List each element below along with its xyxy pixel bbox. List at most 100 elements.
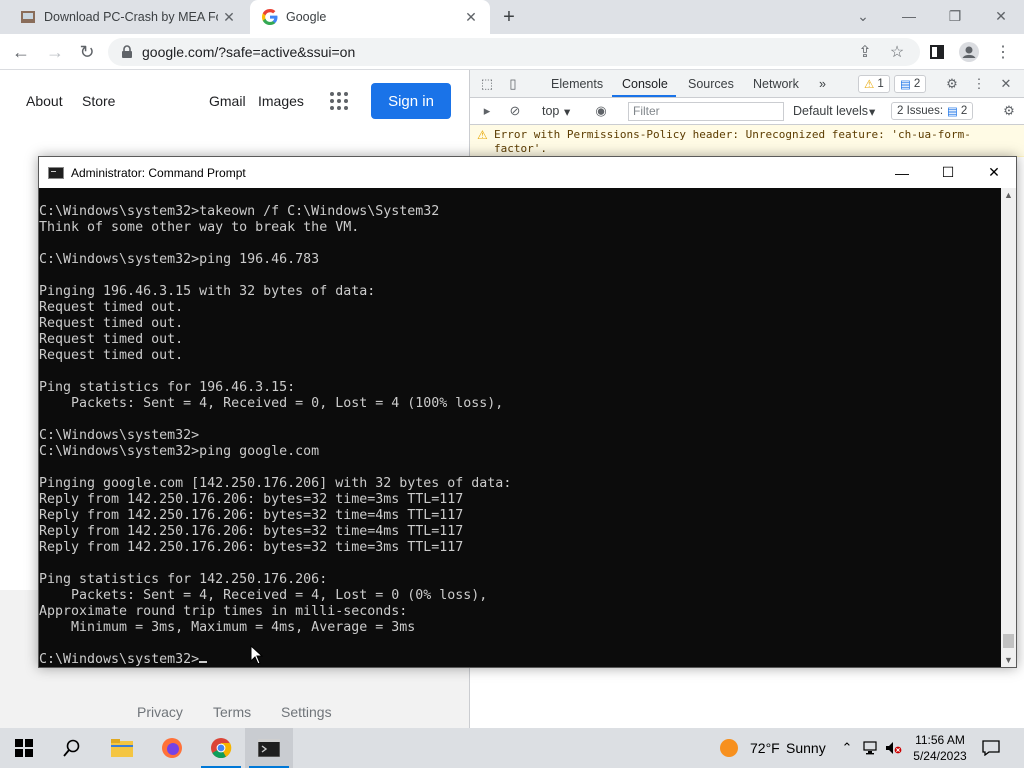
inspect-element-icon[interactable]: ⬚ bbox=[478, 75, 496, 93]
console-line-text: Think of some other way to break the VM. bbox=[39, 220, 360, 235]
profile-avatar-icon[interactable] bbox=[956, 39, 982, 65]
notifications-icon[interactable] bbox=[981, 738, 1001, 758]
live-expression-eye-icon[interactable]: ◉ bbox=[592, 102, 610, 120]
command-prompt-taskbar-icon[interactable] bbox=[245, 728, 293, 768]
clock-time: 11:56 AM bbox=[915, 733, 965, 747]
console-settings-gear-icon[interactable]: ⚙ bbox=[1000, 102, 1018, 120]
sidebar-toggle-icon[interactable]: ▸ bbox=[478, 102, 496, 120]
store-link[interactable]: Store bbox=[82, 93, 115, 109]
tab-search-icon[interactable]: ⌄ bbox=[840, 0, 886, 32]
reload-icon[interactable]: ↻ bbox=[74, 39, 100, 65]
bookmark-star-icon[interactable]: ☆ bbox=[884, 39, 910, 65]
console-line-text: Request timed out. bbox=[39, 332, 184, 347]
google-apps-icon[interactable] bbox=[330, 92, 348, 110]
scroll-down-arrow-icon[interactable]: ▼ bbox=[1001, 653, 1016, 667]
firefox-icon[interactable] bbox=[148, 728, 196, 768]
devtools-menu-icon[interactable]: ⋮ bbox=[970, 75, 988, 93]
system-clock[interactable]: 11:56 AM 5/24/2023 bbox=[907, 732, 973, 764]
close-window-button[interactable]: ✕ bbox=[971, 157, 1017, 188]
forward-arrow-icon[interactable]: → bbox=[42, 39, 68, 65]
scroll-up-arrow-icon[interactable]: ▲ bbox=[1001, 188, 1016, 202]
warnings-badge[interactable]: ⚠ 1 bbox=[858, 75, 890, 93]
weather-description[interactable]: Sunny bbox=[786, 740, 826, 756]
tab-network[interactable]: Network bbox=[753, 77, 799, 91]
close-icon[interactable]: ✕ bbox=[460, 6, 482, 28]
minimize-button[interactable]: — bbox=[879, 157, 925, 188]
menu-kebab-icon[interactable]: ⋮ bbox=[990, 39, 1016, 65]
warning-text: Error with Permissions-Policy header: Un… bbox=[494, 128, 971, 155]
console-line-text: C:\Windows\system32> bbox=[39, 428, 200, 443]
images-link[interactable]: Images bbox=[258, 93, 304, 109]
warning-icon: ⚠ bbox=[477, 128, 488, 142]
console-line: C:\Windows\system32>ping google.com bbox=[39, 444, 1001, 460]
issues-count: 2 bbox=[960, 105, 968, 117]
vertical-scrollbar[interactable]: ▲ ▼ bbox=[1001, 188, 1016, 667]
messages-badge[interactable]: ▤ 2 bbox=[894, 75, 927, 93]
browser-toolbar: ← → ↻ google.com/?safe=active&ssui=on ⇪ … bbox=[0, 34, 1024, 70]
close-icon[interactable]: ✕ bbox=[218, 6, 240, 28]
chevron-down-icon: ▾ bbox=[564, 105, 571, 119]
settings-gear-icon[interactable]: ⚙ bbox=[943, 75, 961, 93]
about-link[interactable]: About bbox=[26, 93, 63, 109]
tab-sources[interactable]: Sources bbox=[688, 77, 734, 91]
console-line-text: Reply from 142.250.176.206: bytes=32 tim… bbox=[39, 540, 464, 555]
search-icon[interactable] bbox=[48, 728, 96, 768]
new-tab-button[interactable]: + bbox=[497, 5, 521, 29]
back-arrow-icon[interactable]: ← bbox=[8, 39, 34, 65]
window-title: Administrator: Command Prompt bbox=[71, 165, 246, 180]
close-window-button[interactable]: ✕ bbox=[978, 0, 1024, 32]
message-icon: ▤ bbox=[900, 79, 911, 91]
log-levels-select[interactable]: Default levels bbox=[793, 104, 868, 118]
tab-title: Download PC-Crash by MEA Fore bbox=[44, 10, 218, 24]
devtools-tab-bar: ⬚ ▯ Elements Console Sources Network » ⚠… bbox=[470, 70, 1024, 98]
clear-console-icon[interactable]: ⊘ bbox=[506, 102, 524, 120]
console-filter-input[interactable]: Filter bbox=[628, 102, 784, 121]
network-icon[interactable] bbox=[860, 738, 880, 758]
command-prompt-window[interactable]: Administrator: Command Prompt — ☐ ✕ C:\W… bbox=[38, 156, 1017, 668]
url-text: google.com/?safe=active&ssui=on bbox=[142, 44, 356, 60]
settings-link[interactable]: Settings bbox=[281, 704, 332, 720]
gmail-link[interactable]: Gmail bbox=[209, 93, 246, 109]
terms-link[interactable]: Terms bbox=[213, 704, 251, 720]
tab-elements[interactable]: Elements bbox=[551, 77, 603, 91]
weather-sun-icon[interactable] bbox=[719, 738, 739, 758]
address-bar[interactable]: google.com/?safe=active&ssui=on bbox=[108, 38, 920, 66]
warning-icon: ⚠ bbox=[864, 79, 875, 91]
console-line-text: Packets: Sent = 4, Received = 0, Lost = … bbox=[39, 396, 504, 411]
side-panel-icon[interactable] bbox=[924, 39, 950, 65]
tab-pc-crash[interactable]: Download PC-Crash by MEA Fore ✕ bbox=[8, 0, 248, 34]
close-devtools-icon[interactable]: ✕ bbox=[997, 75, 1015, 93]
chrome-icon[interactable] bbox=[197, 728, 245, 768]
start-windows-icon[interactable] bbox=[0, 728, 48, 768]
maximize-button[interactable]: ☐ bbox=[925, 157, 971, 188]
device-toolbar-icon[interactable]: ▯ bbox=[504, 75, 522, 93]
scrollbar-thumb[interactable] bbox=[1003, 634, 1014, 648]
chevron-up-icon[interactable]: ⌃ bbox=[837, 738, 857, 758]
console-line: C:\Windows\system32>ping 196.46.783 bbox=[39, 252, 1001, 268]
console-line-text: Request timed out. bbox=[39, 316, 184, 331]
warnings-count: 1 bbox=[877, 78, 884, 90]
tab-google[interactable]: Google ✕ bbox=[250, 0, 490, 34]
console-output[interactable]: C:\Windows\system32>takeown /f C:\Window… bbox=[39, 188, 1001, 667]
volume-muted-icon[interactable] bbox=[884, 738, 904, 758]
command-prompt-titlebar[interactable]: Administrator: Command Prompt — ☐ ✕ bbox=[39, 157, 1016, 188]
privacy-link[interactable]: Privacy bbox=[137, 704, 183, 720]
tab-console[interactable]: Console bbox=[622, 77, 668, 91]
console-line: Ping statistics for 196.46.3.15: bbox=[39, 380, 1001, 396]
issues-button[interactable]: 2 Issues: ▤ 2 bbox=[891, 102, 974, 120]
console-line-text: Reply from 142.250.176.206: bytes=32 tim… bbox=[39, 508, 464, 523]
more-tabs-icon[interactable]: » bbox=[819, 77, 826, 91]
minimize-button[interactable]: — bbox=[886, 0, 932, 32]
context-select[interactable]: top bbox=[542, 104, 559, 118]
restore-button[interactable]: ❐ bbox=[932, 0, 978, 32]
console-line-text: Approximate round trip times in milli-se… bbox=[39, 604, 408, 619]
sign-in-button[interactable]: Sign in bbox=[371, 83, 451, 119]
console-line-text: Request timed out. bbox=[39, 348, 184, 363]
weather-temperature[interactable]: 72°F bbox=[750, 740, 780, 756]
file-explorer-icon[interactable] bbox=[98, 728, 146, 768]
share-icon[interactable]: ⇪ bbox=[852, 39, 878, 65]
console-line: C:\Windows\system32> bbox=[39, 428, 1001, 444]
